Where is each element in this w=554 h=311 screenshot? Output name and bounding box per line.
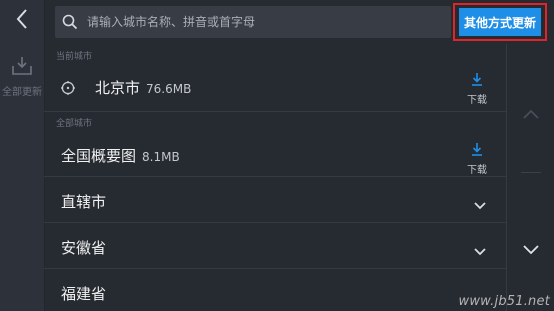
download-button-overview[interactable]: 下载 <box>462 141 492 176</box>
scroll-rail <box>506 44 554 311</box>
search-bar[interactable] <box>55 6 451 38</box>
list-item-group[interactable]: 福建省 <box>44 269 506 311</box>
city-list: 当前城市 北京市 76.6MB 下载 全部城市 全国概要图 8.1MB 下载 直… <box>44 44 506 311</box>
city-size: 76.6MB <box>146 82 192 96</box>
chevron-down-icon <box>474 195 486 214</box>
download-tray-icon <box>11 56 33 80</box>
overview-name: 全国概要图 <box>61 147 137 165</box>
download-label: 下载 <box>467 95 487 106</box>
download-button-current-city[interactable]: 下载 <box>462 71 492 106</box>
left-rail: 全部更新 <box>0 0 45 311</box>
scroll-divider <box>521 172 541 173</box>
overview-name-label: 全国概要图 8.1MB <box>61 145 180 166</box>
update-all-label: 全部更新 <box>2 87 42 98</box>
other-methods-button[interactable]: 其他方式更新 <box>459 8 541 36</box>
section-label-all-cities: 全部城市 <box>56 119 93 129</box>
search-input[interactable] <box>85 6 451 38</box>
back-button[interactable] <box>0 0 44 42</box>
location-icon <box>61 80 75 99</box>
download-label: 下载 <box>467 165 487 176</box>
chevron-down-icon <box>523 245 539 255</box>
city-name-label: 北京市 76.6MB <box>95 77 191 98</box>
list-item-group[interactable]: 直辖市 <box>44 177 506 223</box>
list-item-group[interactable]: 安徽省 <box>44 223 506 269</box>
chevron-left-icon <box>15 8 29 34</box>
list-item-overview[interactable]: 全国概要图 8.1MB 下载 <box>44 129 506 177</box>
update-all-button[interactable]: 全部更新 <box>0 56 44 98</box>
scroll-up-button[interactable] <box>523 104 539 123</box>
group-name: 安徽省 <box>61 239 107 257</box>
download-icon <box>471 141 483 160</box>
group-name: 直辖市 <box>61 193 107 211</box>
city-name: 北京市 <box>95 79 141 97</box>
group-name: 福建省 <box>61 285 107 303</box>
chevron-down-icon <box>474 241 486 260</box>
watermark: www.jb51.net <box>458 294 550 309</box>
overview-size: 8.1MB <box>142 150 180 164</box>
download-icon <box>471 71 483 90</box>
list-item-current-city[interactable]: 北京市 76.6MB 下载 <box>44 61 506 112</box>
search-icon <box>55 14 85 30</box>
chevron-up-icon <box>523 109 539 119</box>
scroll-down-button[interactable] <box>523 240 539 259</box>
